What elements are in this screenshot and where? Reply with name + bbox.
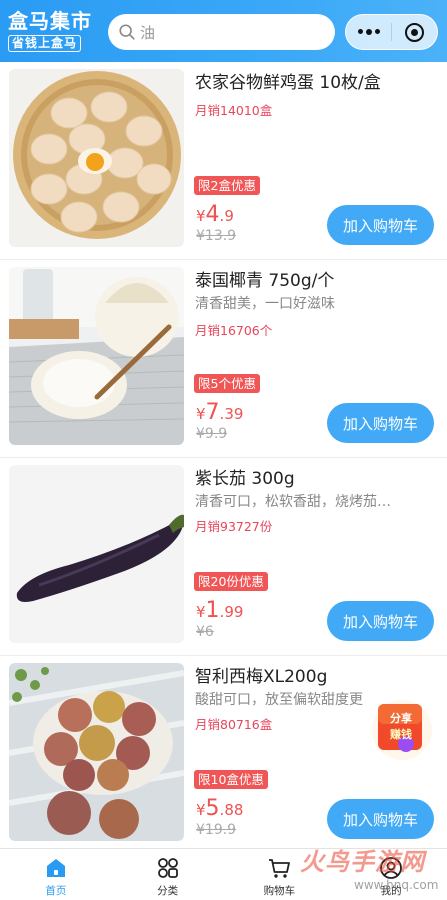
brand-logo[interactable]: 盒马集市 省钱上盒马 xyxy=(8,10,100,52)
search-icon xyxy=(119,24,135,40)
price-integer: 1 xyxy=(205,598,220,623)
tab-category[interactable]: 分类 xyxy=(112,849,224,900)
limit-badge: 限5个优惠 xyxy=(194,374,260,393)
share-earn-float-button[interactable]: 分享 赚钱 xyxy=(366,694,438,766)
product-description: 清香甜美，一口好滋味 xyxy=(195,296,335,312)
limit-badge: 限10盒优惠 xyxy=(194,770,268,789)
logo-slogan: 省钱上盒马 xyxy=(8,35,82,52)
bottom-tab-bar: 首页 分类 购物车 我的 xyxy=(0,848,447,900)
monthly-sales: 月销93727份 xyxy=(195,519,273,534)
product-image-coconut[interactable] xyxy=(9,267,184,445)
price-decimal: .9 xyxy=(219,207,234,225)
product-description: 清香可口，松软香甜，烧烤茄… xyxy=(195,494,391,510)
close-miniapp-button[interactable] xyxy=(392,15,437,49)
price-integer: 5 xyxy=(205,796,220,821)
add-to-cart-button[interactable]: 加入购物车 xyxy=(327,601,434,641)
tab-mine[interactable]: 我的 xyxy=(335,849,447,900)
sale-price: ¥7.39 xyxy=(196,400,243,425)
product-image-plums[interactable] xyxy=(9,663,184,841)
target-circle-icon xyxy=(405,22,424,42)
sale-price: ¥4.9 xyxy=(196,202,234,227)
search-input[interactable]: 油 xyxy=(108,14,335,50)
tab-home[interactable]: 首页 xyxy=(0,849,112,900)
monthly-sales: 月销14010盒 xyxy=(195,103,273,118)
price-currency: ¥ xyxy=(196,207,206,225)
price-decimal: .99 xyxy=(219,603,244,621)
original-price: ¥13.9 xyxy=(196,228,237,244)
top-header: 盒马集市 省钱上盒马 油 xyxy=(0,0,447,62)
product-image-eggplant[interactable] xyxy=(9,465,184,643)
add-to-cart-button[interactable]: 加入购物车 xyxy=(327,205,434,245)
app-page: 盒马集市 省钱上盒马 油 农家谷物鲜鸡蛋 10枚/盒 月销14010盒 限2盒优… xyxy=(0,0,447,900)
original-price: ¥6 xyxy=(196,624,214,640)
product-title[interactable]: 智利西梅XL200g xyxy=(195,662,327,687)
product-card[interactable]: 泰国椰青 750g/个 清香甜美，一口好滋味 月销16706个 限5个优惠 ¥7… xyxy=(0,260,447,458)
share-label-line2: 赚钱 xyxy=(389,727,412,741)
home-icon xyxy=(46,859,65,877)
original-price: ¥19.9 xyxy=(196,822,237,838)
product-card[interactable]: 紫长茄 300g 清香可口，松软香甜，烧烤茄… 月销93727份 限20份优惠 … xyxy=(0,458,447,656)
price-currency: ¥ xyxy=(196,801,206,819)
price-integer: 7 xyxy=(205,400,220,425)
price-currency: ¥ xyxy=(196,405,206,423)
add-to-cart-button[interactable]: 加入购物车 xyxy=(327,799,434,839)
tab-label: 分类 xyxy=(157,885,179,897)
logo-title: 盒马集市 xyxy=(8,9,92,33)
miniapp-capsule xyxy=(345,14,438,50)
price-currency: ¥ xyxy=(196,603,206,621)
tab-label: 购物车 xyxy=(263,885,296,897)
cart-icon xyxy=(269,859,291,878)
sale-price: ¥5.88 xyxy=(196,796,243,821)
original-price: ¥9.9 xyxy=(196,426,228,442)
add-to-cart-button[interactable]: 加入购物车 xyxy=(327,403,434,443)
limit-badge: 限2盒优惠 xyxy=(194,176,260,195)
product-title[interactable]: 泰国椰青 750g/个 xyxy=(195,266,334,291)
share-label-line1: 分享 xyxy=(390,711,412,725)
price-decimal: .88 xyxy=(219,801,244,819)
tab-label: 首页 xyxy=(45,885,67,897)
more-button[interactable] xyxy=(346,15,391,49)
tab-cart[interactable]: 购物车 xyxy=(224,849,336,900)
price-integer: 4 xyxy=(205,202,220,227)
tab-label: 我的 xyxy=(380,885,402,897)
monthly-sales: 月销16706个 xyxy=(195,323,273,338)
product-title[interactable]: 农家谷物鲜鸡蛋 10枚/盒 xyxy=(195,68,381,93)
monthly-sales: 月销80716盒 xyxy=(195,717,273,732)
price-decimal: .39 xyxy=(219,405,244,423)
product-description: 酸甜可口，放至偏软甜度更 xyxy=(195,692,363,708)
product-image-eggs[interactable] xyxy=(9,69,184,247)
limit-badge: 限20份优惠 xyxy=(194,572,268,591)
product-title[interactable]: 紫长茄 300g xyxy=(195,464,295,489)
search-placeholder: 油 xyxy=(140,23,156,42)
product-card[interactable]: 农家谷物鲜鸡蛋 10枚/盒 月销14010盒 限2盒优惠 ¥4.9 ¥13.9 … xyxy=(0,62,447,260)
category-icon xyxy=(157,858,178,878)
more-dots-icon xyxy=(357,28,380,35)
sale-price: ¥1.99 xyxy=(196,598,243,623)
user-icon xyxy=(380,857,403,879)
